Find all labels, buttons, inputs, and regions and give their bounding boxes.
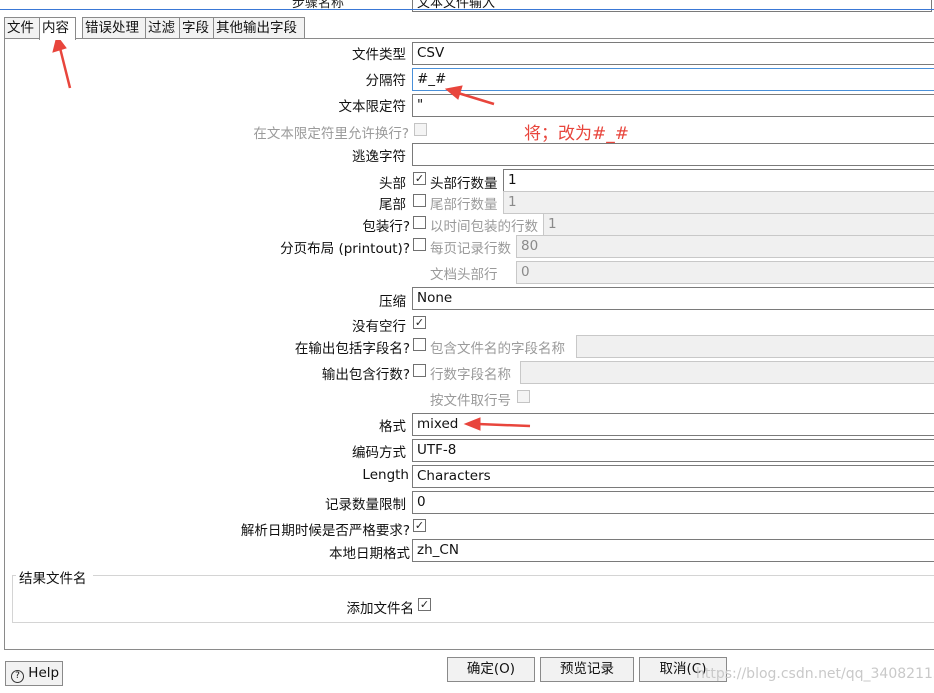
ok-button[interactable]: 确定(O) bbox=[447, 657, 535, 682]
format-arrow-head bbox=[463, 417, 481, 431]
help-button[interactable]: ? Help bbox=[5, 661, 63, 686]
watermark: https://blog.csdn.net/qq_34082113 bbox=[696, 666, 934, 682]
tab-content[interactable]: 内容 bbox=[39, 17, 76, 40]
annotation-arrows bbox=[52, 34, 531, 431]
format-arrow-shaft bbox=[477, 422, 531, 428]
separator-arrow-head bbox=[444, 85, 463, 100]
separator-arrow-shaft bbox=[457, 91, 495, 106]
help-label: Help bbox=[28, 665, 60, 681]
tab-arrow-shaft bbox=[58, 47, 72, 89]
preview-button[interactable]: 预览记录 bbox=[540, 657, 634, 682]
help-icon: ? bbox=[11, 670, 24, 683]
